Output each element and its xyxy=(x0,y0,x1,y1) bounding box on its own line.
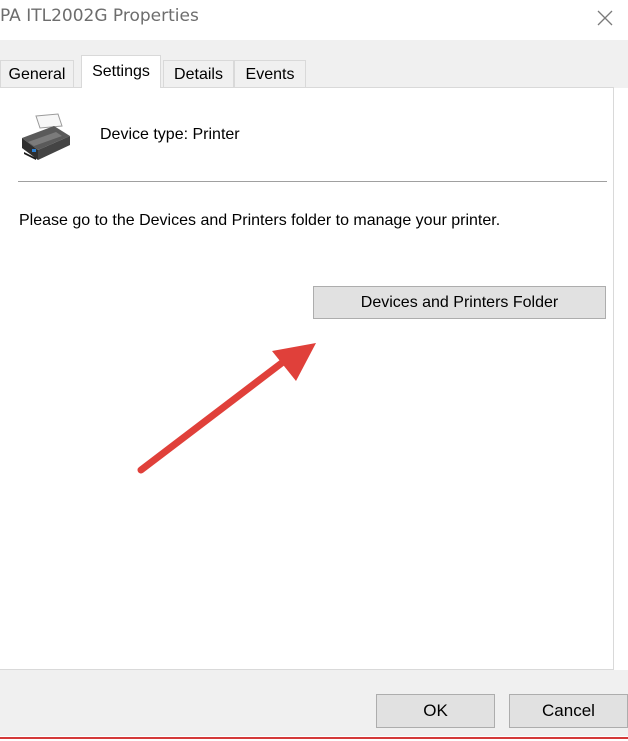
cancel-button[interactable]: Cancel xyxy=(509,694,628,728)
title-bar: PA ITL2002G Properties xyxy=(0,0,628,38)
close-icon xyxy=(597,10,613,26)
properties-dialog: PA ITL2002G Properties General Settings … xyxy=(0,0,628,741)
device-type-label: Device type: Printer xyxy=(100,126,240,143)
settings-panel xyxy=(0,87,614,670)
manage-printer-message: Please go to the Devices and Printers fo… xyxy=(19,212,501,229)
window-title: PA ITL2002G Properties xyxy=(0,6,199,26)
tab-settings[interactable]: Settings xyxy=(81,55,161,88)
tab-general[interactable]: General xyxy=(0,60,74,87)
printer-icon xyxy=(22,113,70,160)
separator xyxy=(18,181,607,182)
close-button[interactable] xyxy=(582,0,628,36)
tab-details[interactable]: Details xyxy=(163,60,234,87)
bottom-border xyxy=(0,737,628,739)
ok-button[interactable]: OK xyxy=(376,694,495,728)
devices-and-printers-folder-button[interactable]: Devices and Printers Folder xyxy=(313,286,606,319)
tab-events[interactable]: Events xyxy=(234,60,306,87)
